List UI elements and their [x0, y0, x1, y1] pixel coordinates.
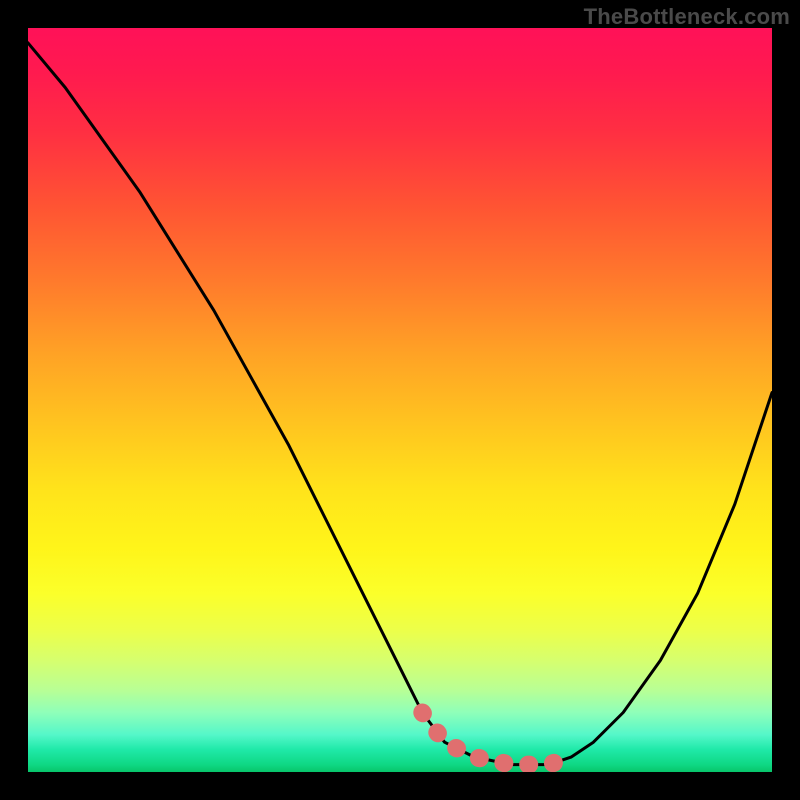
watermark-text: TheBottleneck.com [584, 4, 790, 30]
match-zone-highlight [422, 713, 571, 765]
chart-frame: TheBottleneck.com [0, 0, 800, 800]
plot-area [28, 28, 772, 772]
curves-svg [28, 28, 772, 772]
bottleneck-curve [28, 43, 772, 765]
